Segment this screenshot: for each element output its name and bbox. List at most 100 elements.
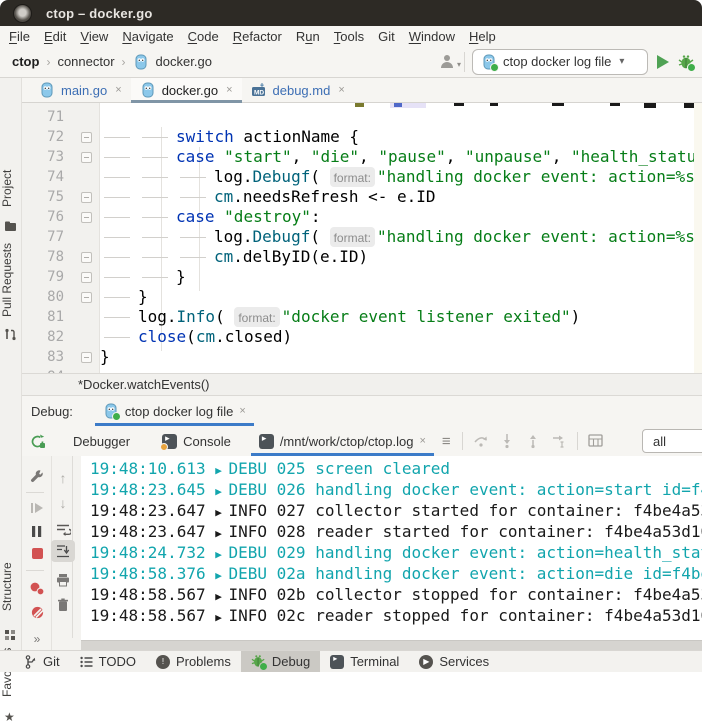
project-icon[interactable] — [4, 220, 17, 233]
log-level-filter-select[interactable]: all — [642, 429, 702, 453]
run-button[interactable] — [657, 55, 669, 69]
chevron-right-icon: › — [122, 55, 126, 69]
code-token: "die" — [311, 147, 359, 167]
menu-run[interactable]: Run — [296, 29, 320, 44]
log-message: collector started for container: f4be4a5… — [315, 501, 702, 520]
menu-tools[interactable]: Tools — [334, 29, 364, 44]
tab-whitespace-arrow — [100, 227, 138, 247]
toolwindow-services[interactable]: ▶ Services — [409, 651, 499, 672]
fold-gutter — [72, 167, 100, 187]
log-arrow-icon: ▶ — [215, 527, 228, 540]
user-avatar-icon[interactable]: ▾ — [441, 55, 457, 69]
main-toolbar: ctop › connector › docker.go ▾ ctop dock… — [0, 46, 702, 78]
fold-marker[interactable] — [72, 267, 100, 287]
close-icon[interactable]: × — [419, 435, 425, 447]
rerun-button[interactable] — [29, 433, 45, 449]
debug-session-tab[interactable]: ctop docker log file × — [95, 396, 254, 426]
clear-log-trash-icon[interactable] — [53, 595, 73, 615]
close-icon[interactable]: × — [115, 84, 121, 96]
tab-whitespace-arrow — [138, 207, 176, 227]
breadcrumb-file[interactable]: docker.go — [156, 54, 212, 69]
pause-program-icon[interactable] — [27, 521, 47, 541]
run-configuration-select[interactable]: ctop docker log file ▾ — [472, 49, 648, 75]
tab-log-file[interactable]: /mnt/work/ctop/ctop.log × — [249, 426, 436, 456]
step-out-icon[interactable] — [525, 433, 541, 449]
breadcrumb-project[interactable]: ctop — [12, 54, 39, 69]
log-output[interactable]: 19:48:10.613 ▶ DEBU 025 screen cleared19… — [82, 456, 702, 640]
view-breakpoints-icon[interactable] — [27, 578, 47, 598]
favorites-star-icon[interactable]: ★ — [4, 710, 17, 723]
debug-bug-button[interactable] — [678, 54, 694, 70]
options-menu-icon[interactable]: ≡ — [436, 433, 457, 450]
fold-marker[interactable] — [72, 187, 100, 207]
tab-whitespace-arrow — [100, 307, 138, 327]
resume-program-icon[interactable] — [27, 498, 47, 518]
fold-marker[interactable] — [72, 287, 100, 307]
menu-view[interactable]: View — [80, 29, 108, 44]
menu-git[interactable]: Git — [378, 29, 395, 44]
close-icon[interactable]: × — [239, 405, 245, 417]
stop-button[interactable] — [27, 543, 47, 563]
sidebar-item-pull-requests[interactable]: Pull Requests — [0, 238, 22, 322]
tab-main-go[interactable]: main.go × — [30, 78, 131, 102]
tab-debug-md[interactable]: MD debug.md × — [242, 78, 354, 102]
window-control-button[interactable] — [13, 4, 32, 23]
log-line: 19:48:58.567 ▶ INFO 02b collector stoppe… — [90, 584, 702, 605]
tab-debugger[interactable]: Debugger — [63, 426, 140, 456]
scroll-to-end-icon[interactable] — [53, 541, 73, 561]
toolwindow-terminal[interactable]: Terminal — [320, 651, 409, 672]
close-icon[interactable]: × — [338, 84, 344, 96]
toolwindow-todo[interactable]: TODO — [70, 651, 146, 672]
fold-marker[interactable] — [72, 347, 100, 367]
menu-help[interactable]: Help — [469, 29, 496, 44]
mute-breakpoints-icon[interactable] — [27, 602, 47, 622]
close-icon[interactable]: × — [226, 84, 232, 96]
print-icon[interactable] — [53, 570, 73, 590]
tab-whitespace-arrow — [176, 247, 214, 267]
pull-requests-icon[interactable] — [4, 328, 17, 341]
tab-whitespace-arrow — [138, 127, 176, 147]
sidebar-item-project[interactable]: Project — [0, 162, 22, 214]
go-run-config-icon — [481, 54, 497, 70]
error-stripe[interactable] — [694, 103, 702, 373]
tab-docker-go[interactable]: docker.go × — [131, 78, 242, 102]
more-actions-icon[interactable]: » — [26, 632, 48, 648]
sidebar-item-structure[interactable]: Structure — [0, 552, 22, 622]
fold-marker[interactable] — [72, 127, 100, 147]
line-number: 83 — [22, 347, 72, 367]
current-function-breadcrumb[interactable]: *Docker.watchEvents() — [78, 377, 210, 392]
go-session-icon — [103, 403, 119, 419]
restore-layout-icon[interactable] — [588, 433, 604, 449]
soft-wrap-icon[interactable] — [53, 519, 73, 539]
menu-navigate[interactable]: Navigate — [122, 29, 173, 44]
menu-file[interactable]: File — [9, 29, 30, 44]
toolwindow-problems[interactable]: ! Problems — [146, 651, 241, 672]
settings-wrench-icon[interactable] — [27, 466, 47, 486]
prev-occurrence-icon[interactable]: ↑ — [53, 468, 73, 488]
debug-session-tab-label: ctop docker log file — [125, 404, 233, 419]
fold-marker[interactable] — [72, 207, 100, 227]
toolwindow-label: Git — [43, 654, 60, 669]
fold-marker[interactable] — [72, 147, 100, 167]
run-to-cursor-icon[interactable] — [551, 433, 567, 449]
toolwindow-debug[interactable]: Debug — [241, 651, 320, 672]
line-number: 71 — [22, 107, 72, 127]
toolwindow-git[interactable]: Git — [14, 651, 70, 672]
code-editor[interactable]: 7172switch actionName {73case "start", "… — [22, 103, 702, 373]
menu-code[interactable]: Code — [188, 29, 219, 44]
menu-window[interactable]: Window — [409, 29, 455, 44]
code-line: 77log.Debugf( format:"handling docker ev… — [22, 227, 702, 247]
menu-edit[interactable]: Edit — [44, 29, 66, 44]
code-token: , — [446, 147, 465, 167]
menu-refactor[interactable]: Refactor — [233, 29, 282, 44]
step-into-icon[interactable] — [499, 433, 515, 449]
breadcrumb-package[interactable]: connector — [57, 54, 114, 69]
next-occurrence-icon[interactable]: ↓ — [53, 493, 73, 513]
tab-console[interactable]: Console — [152, 426, 241, 456]
go-file-icon — [133, 54, 149, 70]
code-line: 73case "start", "die", "pause", "unpause… — [22, 147, 702, 167]
sidebar-item-favorites[interactable]: Favorites — [0, 638, 22, 706]
code-token: "start" — [224, 147, 291, 167]
step-over-icon[interactable] — [473, 433, 489, 449]
fold-marker[interactable] — [72, 247, 100, 267]
